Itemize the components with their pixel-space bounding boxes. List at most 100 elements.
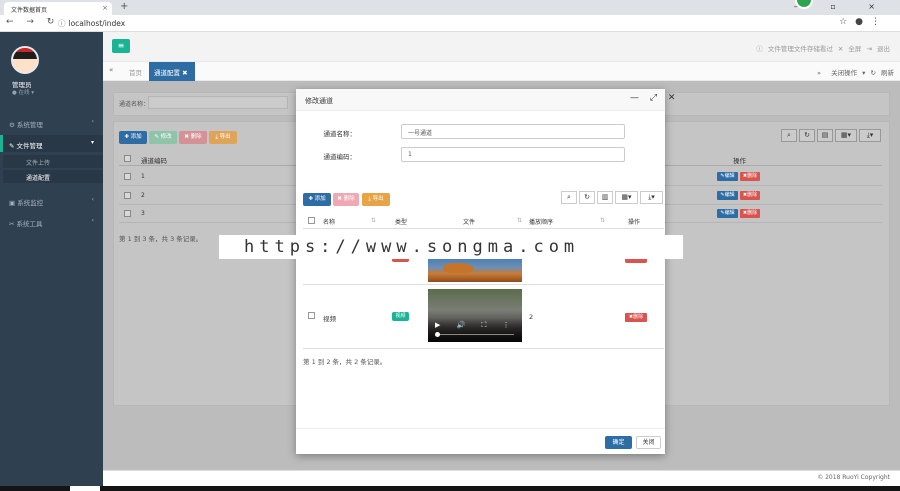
footer	[103, 470, 900, 486]
modal-header	[296, 89, 665, 111]
chevron-down-icon: ▾	[90, 139, 94, 146]
new-tab-icon[interactable]: +	[120, 1, 128, 12]
top-right-links[interactable]: ⓘ 文件管理文件存储看过 ✕ 全屏 ⇥ 退出	[756, 43, 890, 53]
url-text: localhost/index	[68, 19, 126, 28]
row-checkbox[interactable]	[308, 312, 315, 319]
video-thumbnail[interactable]	[428, 259, 522, 282]
browser-tab[interactable]: 文件数据首页 ×	[4, 2, 112, 15]
copyright: © 2018 RuoYi Copyright	[817, 474, 890, 481]
menu-icon[interactable]: ⋮	[871, 17, 888, 27]
search-icon[interactable]: ⌕	[561, 191, 577, 204]
modal-table-header: 名称 ⇅ 类型 文件 ⇅ 播放顺序 ⇅ 操作	[303, 212, 664, 229]
column-type[interactable]: 类型	[395, 217, 407, 226]
account-icon[interactable]: ●	[855, 17, 871, 27]
export-button[interactable]: ⤓ 导出	[209, 131, 237, 144]
select-all-checkbox[interactable]	[308, 217, 315, 224]
chevron-left-icon: ‹	[91, 196, 94, 203]
row-edit-button[interactable]: ✎编辑	[717, 172, 738, 181]
address-bar: ← → ↻ ⓘ localhost/index ☆●⋮	[0, 15, 900, 32]
row-delete-button[interactable]: ✖删除	[740, 172, 760, 181]
sort-icon[interactable]: ⇅	[600, 217, 605, 224]
window-controls[interactable]: – ▫ ×	[794, 2, 890, 11]
sort-icon[interactable]: ⇅	[371, 217, 376, 224]
column-order[interactable]: 播放顺序	[529, 217, 553, 226]
sidebar-item-system[interactable]: ⚙ 系统管理 ‹	[0, 114, 103, 131]
menu-toggle-icon[interactable]: ≡	[112, 39, 130, 53]
browser-tab-bar	[0, 0, 900, 15]
row-checkbox[interactable]	[124, 173, 131, 180]
delete-button[interactable]: ✖ 删除	[179, 131, 207, 144]
column-ops: 操作	[628, 219, 641, 226]
address-actions[interactable]: ☆●⋮	[839, 17, 888, 27]
modal-delete-button[interactable]: ✖ 删除	[333, 193, 359, 206]
tab-close-icon[interactable]: ×	[102, 4, 108, 12]
row-edit-button[interactable]: ✎编辑	[717, 209, 738, 218]
sidebar	[0, 32, 103, 491]
search-icon[interactable]: ⌕	[781, 129, 797, 142]
sidebar-subitem-upload[interactable]: 文件上传	[3, 155, 103, 168]
close-button[interactable]: 关闭	[636, 436, 661, 449]
tab-close-icon[interactable]: ✖	[182, 69, 187, 77]
modal-add-button[interactable]: ✚ 添加	[303, 193, 331, 206]
export-icon[interactable]: ⤓▾	[859, 129, 881, 142]
export-icon[interactable]: ⤓▾	[640, 191, 663, 204]
url-field[interactable]: ⓘ localhost/index	[58, 18, 125, 29]
row-delete-button[interactable]: ✖删除	[740, 209, 760, 218]
refresh-icon[interactable]: ↻	[579, 191, 595, 204]
tabs-actions[interactable]: » 关闭操作 ▾ ↻ 刷新	[817, 67, 894, 77]
toggle-view-icon[interactable]: ▤	[817, 129, 833, 142]
select-all-checkbox[interactable]	[124, 155, 131, 162]
sidebar-item-monitor[interactable]: ▣ 系统监控 ‹	[0, 192, 103, 209]
modal-export-button[interactable]: ⤓ 导出	[362, 193, 390, 206]
field-label-code: 通道编码：	[323, 153, 357, 161]
columns-icon[interactable]: ▦▾	[615, 191, 638, 204]
tabs-prev-icon[interactable]: «	[109, 66, 113, 74]
column-file[interactable]: 文件	[463, 217, 475, 226]
search-input[interactable]	[148, 96, 288, 109]
close-actions-dropdown[interactable]: 关闭操作 ▾	[831, 69, 865, 77]
tabs-next-icon[interactable]: »	[817, 69, 821, 77]
tab-channel-config[interactable]: 通道配置 ✖	[149, 62, 195, 81]
pagination-info: 第 1 到 3 条，共 3 条记录。	[119, 235, 203, 243]
column-name[interactable]: 名称	[323, 217, 335, 226]
row-delete-button[interactable]: ✖删除	[625, 313, 647, 322]
edit-button[interactable]: ✎ 修改	[149, 131, 177, 144]
sidebar-item-label: ✎ 文件管理	[9, 142, 43, 150]
video-scrubber[interactable]	[435, 332, 440, 337]
column-name[interactable]: 通道编码	[141, 155, 167, 165]
row-order: 2	[529, 313, 534, 321]
info-icon: ⓘ	[58, 19, 66, 28]
channel-code-input[interactable]: 1	[401, 147, 625, 162]
row-checkbox[interactable]	[124, 192, 131, 199]
video-controls-icon[interactable]: ▶ 🔊 ⛶ ⋮	[435, 321, 517, 330]
avatar	[11, 46, 39, 74]
column-ops: 操作	[733, 157, 746, 165]
row-edit-button[interactable]: ✎编辑	[717, 191, 738, 200]
modal-title: 修改通道	[305, 97, 333, 105]
row-delete-button[interactable]: ✖删除	[740, 191, 760, 200]
nav-buttons-icon[interactable]: ← → ↻	[6, 17, 59, 27]
add-button[interactable]: ✚ 添加	[119, 131, 147, 144]
row-checkbox[interactable]	[124, 210, 131, 217]
user-status[interactable]: ● 在线 ▾	[12, 88, 34, 96]
page-tabs	[103, 62, 900, 81]
sidebar-item-label: ✂ 系统工具	[9, 220, 43, 228]
columns-icon[interactable]: ▦▾	[835, 129, 857, 142]
sidebar-item-tools[interactable]: ✂ 系统工具 ‹	[0, 213, 103, 230]
sidebar-item-label: ⚙ 系统管理	[9, 121, 43, 129]
chevron-left-icon: ‹	[91, 217, 94, 224]
sidebar-subitem-channel[interactable]: 通道配置	[3, 170, 103, 183]
modal-footer-divider	[296, 428, 665, 429]
star-icon[interactable]: ☆	[839, 17, 855, 27]
refresh-icon[interactable]: ↻	[799, 129, 815, 142]
refresh-button[interactable]: ↻ 刷新	[870, 69, 894, 77]
channel-name-input[interactable]: 一号通道	[401, 124, 625, 139]
sidebar-item-files[interactable]: ✎ 文件管理 ▾	[0, 135, 103, 152]
video-player[interactable]: ▶ 🔊 ⛶ ⋮	[428, 289, 522, 342]
confirm-button[interactable]: 确定	[605, 436, 632, 449]
sort-icon[interactable]: ⇅	[517, 217, 522, 224]
tab-home[interactable]: 首页	[129, 67, 142, 77]
modal-window-controls-icon[interactable]: — ⤢ ✕	[630, 93, 679, 103]
row-code: 1	[141, 173, 145, 180]
toggle-view-icon[interactable]: ▥	[597, 191, 613, 204]
